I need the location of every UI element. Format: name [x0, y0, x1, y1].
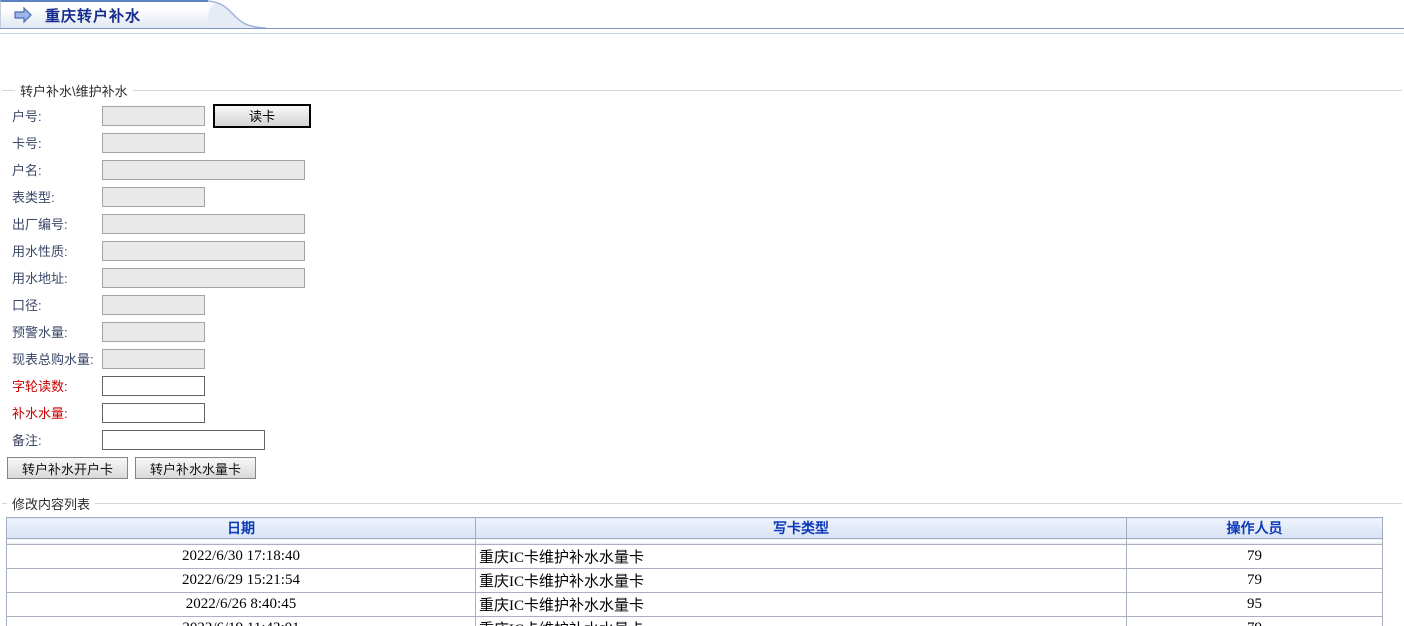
form-row-factory-serial: 出厂编号:: [12, 210, 1402, 237]
column-header-card-type: 写卡类型: [476, 518, 1127, 539]
form-row-total-purchased-volume: 现表总购水量:: [12, 345, 1402, 372]
warning-volume-input: [102, 322, 205, 342]
tab-curve-decoration: [208, 0, 270, 28]
dial-reading-label: 字轮读数:: [12, 376, 102, 395]
operator-cell: 79: [1127, 569, 1383, 593]
replenish-volume-input[interactable]: [102, 403, 205, 423]
header-divider-line: [0, 28, 1404, 29]
table-row: 2022/6/29 15:21:54重庆IC卡维护补水水量卡79: [7, 569, 1383, 593]
warning-volume-label: 预警水量:: [12, 322, 102, 341]
water-use-type-input: [102, 241, 305, 261]
water-use-type-label: 用水性质:: [12, 241, 102, 260]
caliber-input: [102, 295, 205, 315]
card-type-cell: 重庆IC卡维护补水水量卡: [476, 617, 1127, 626]
history-table-body: 2022/6/30 17:18:40重庆IC卡维护补水水量卡792022/6/2…: [7, 545, 1383, 626]
form-row-caliber: 口径:: [12, 291, 1402, 318]
date-cell: 2022/6/19 11:43:01: [7, 617, 476, 626]
account-number-label: 户号:: [12, 106, 102, 125]
remarks-input[interactable]: [102, 430, 265, 450]
transfer-volume-card-button[interactable]: 转户补水水量卡: [135, 457, 256, 479]
date-cell: 2022/6/29 15:21:54: [7, 569, 476, 593]
customer-name-label: 户名:: [12, 160, 102, 179]
form-section-legend: 转户补水\维护补水: [15, 81, 133, 100]
card-type-cell: 重庆IC卡维护补水水量卡: [476, 569, 1127, 593]
form-row-replenish-volume: 补水水量:: [12, 399, 1402, 426]
water-address-input: [102, 268, 305, 288]
column-header-operator: 操作人员: [1127, 518, 1383, 539]
form-row-warning-volume: 预警水量:: [12, 318, 1402, 345]
factory-serial-label: 出厂编号:: [12, 214, 102, 233]
history-section-legend: 修改内容列表: [7, 494, 95, 513]
table-row: 2022/6/26 8:40:45重庆IC卡维护补水水量卡95: [7, 593, 1383, 617]
form-row-meter-type: 表类型:: [12, 183, 1402, 210]
history-table: 日期 写卡类型 操作人员 2022/6/30 17:18:40重庆IC卡维护补水…: [6, 517, 1383, 626]
card-number-label: 卡号:: [12, 133, 102, 152]
transfer-open-account-card-button[interactable]: 转户补水开户卡: [7, 457, 128, 479]
modification-history-section: 修改内容列表 日期 写卡类型 操作人员 2022/6/30 17:18:40重庆…: [2, 494, 1402, 626]
caliber-label: 口径:: [12, 295, 102, 314]
factory-serial-input: [102, 214, 305, 234]
dial-reading-input[interactable]: [102, 376, 205, 396]
table-row: 2022/6/19 11:43:01重庆IC卡维护补水水量卡79: [7, 617, 1383, 626]
card-number-input: [102, 133, 205, 153]
form-row-remarks: 备注:: [12, 426, 1402, 453]
form-button-row: 转户补水开户卡 转户补水水量卡: [7, 457, 1402, 479]
form-row-water-use-type: 用水性质:: [12, 237, 1402, 264]
column-header-date: 日期: [7, 518, 476, 539]
read-card-button[interactable]: 读卡: [213, 104, 311, 128]
account-number-input: [102, 106, 205, 126]
form-row-dial-reading: 字轮读数:: [12, 372, 1402, 399]
meter-type-label: 表类型:: [12, 187, 102, 206]
card-type-cell: 重庆IC卡维护补水水量卡: [476, 593, 1127, 617]
meter-type-input: [102, 187, 205, 207]
right-arrow-icon: [14, 6, 33, 24]
replenish-form-section: 转户补水\维护补水 户号: 读卡 卡号: 户名: 表类型: 出厂编号: 用水性质…: [2, 81, 1402, 485]
form-row-card-number: 卡号:: [12, 129, 1402, 156]
total-purchased-volume-label: 现表总购水量:: [12, 349, 102, 368]
date-cell: 2022/6/30 17:18:40: [7, 545, 476, 569]
customer-name-input: [102, 160, 305, 180]
form-row-account-number: 户号: 读卡: [12, 102, 1402, 129]
page-tab: 重庆转户补水: [0, 0, 208, 28]
replenish-volume-label: 补水水量:: [12, 403, 102, 422]
total-purchased-volume-input: [102, 349, 205, 369]
header-divider-line-light: [0, 33, 1404, 34]
form-row-water-address: 用水地址:: [12, 264, 1402, 291]
operator-cell: 95: [1127, 593, 1383, 617]
date-cell: 2022/6/26 8:40:45: [7, 593, 476, 617]
remarks-label: 备注:: [12, 430, 102, 449]
operator-cell: 79: [1127, 617, 1383, 626]
water-address-label: 用水地址:: [12, 268, 102, 287]
history-table-header: 日期 写卡类型 操作人员: [7, 518, 1383, 545]
table-row: 2022/6/30 17:18:40重庆IC卡维护补水水量卡79: [7, 545, 1383, 569]
page-header: 重庆转户补水: [0, 0, 1404, 34]
form-row-customer-name: 户名:: [12, 156, 1402, 183]
page-title: 重庆转户补水: [45, 5, 141, 26]
card-type-cell: 重庆IC卡维护补水水量卡: [476, 545, 1127, 569]
operator-cell: 79: [1127, 545, 1383, 569]
